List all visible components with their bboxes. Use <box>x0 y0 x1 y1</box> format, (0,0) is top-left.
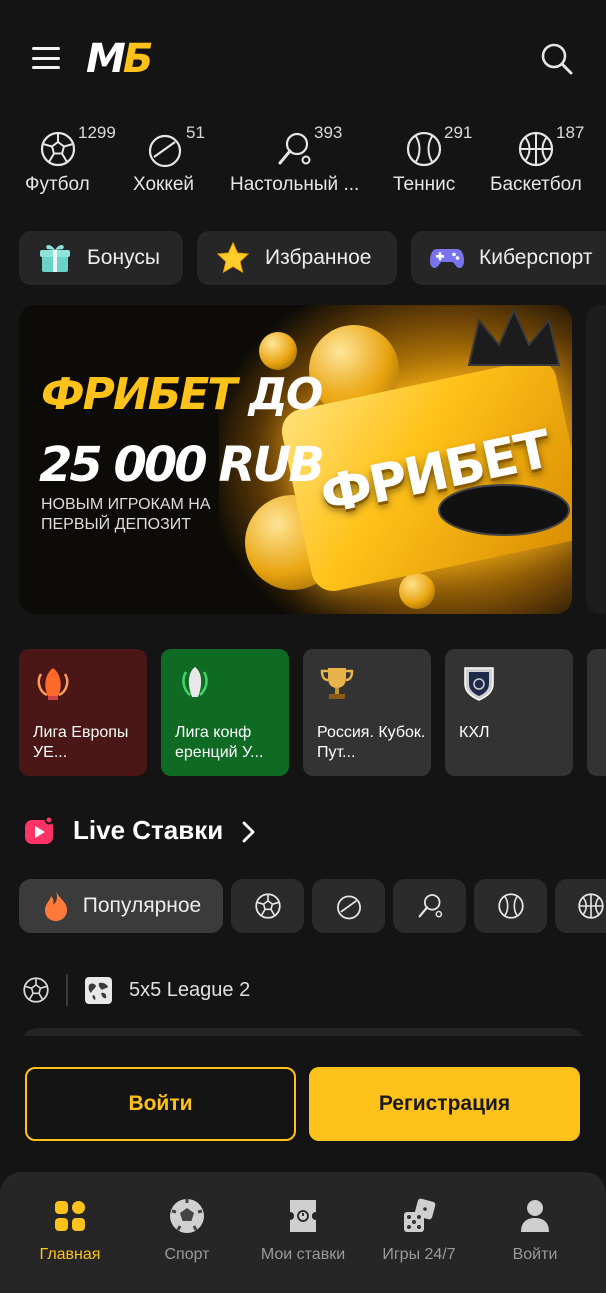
sports-row: 1299 Футбол 51 Хоккей 393 Настольный ... <box>0 118 606 218</box>
sport-label: Теннис <box>393 174 456 195</box>
basketball-icon <box>518 131 554 167</box>
gamepad-icon <box>429 240 465 276</box>
sport-label: Настольный ... <box>230 174 360 195</box>
chevron-right-icon[interactable] <box>240 820 258 844</box>
live-league-row[interactable]: 5x5 League 2 <box>0 970 606 1012</box>
separator <box>66 974 68 1006</box>
promo-banner[interactable]: ФРИБЕТ ФРИБЕТ ДО 25 000 RUB НОВЫМ ИГРОКА… <box>19 305 572 614</box>
home-grid-icon <box>50 1196 90 1236</box>
khl-shield-icon <box>459 663 499 703</box>
filter-popular[interactable]: Популярное <box>19 879 223 933</box>
banner-title: ФРИБЕТ ДО <box>41 369 323 420</box>
league-card-europa[interactable]: Лига Европы УЕ... <box>19 649 147 776</box>
hamburger-menu-icon[interactable] <box>32 47 60 69</box>
soccer-ball-icon <box>23 977 49 1003</box>
banner-subtitle: НОВЫМ ИГРОКАМ НА ПЕРВЫЙ ДЕПОЗИТ <box>41 496 211 533</box>
nav-home[interactable]: Главная <box>10 1172 130 1293</box>
table-tennis-icon <box>418 894 442 918</box>
nav-label: Игры 24/7 <box>382 1246 456 1263</box>
filter-football[interactable] <box>231 879 304 933</box>
app-screen: MБ 1299 Футбол 51 Хоккей 393 Настольный … <box>0 0 606 1293</box>
chip-label: Бонусы <box>87 246 160 269</box>
crown-icon <box>467 307 561 366</box>
ticket-icon <box>283 1196 323 1236</box>
filter-basketball[interactable] <box>555 879 606 933</box>
search-icon[interactable] <box>540 42 574 76</box>
filter-tennis[interactable] <box>474 879 547 933</box>
league-card-conference[interactable]: Лига конф еренций У... <box>161 649 289 776</box>
live-tv-icon <box>25 816 54 844</box>
sport-count: 1299 <box>78 123 116 142</box>
soccer-ball-icon <box>167 1196 207 1236</box>
hockey-puck-icon <box>148 134 182 168</box>
nav-login[interactable]: Войти <box>475 1172 595 1293</box>
gift-icon <box>37 240 73 276</box>
nav-label: Главная <box>39 1246 101 1263</box>
league-card-russia-cup[interactable]: Россия. Кубок. Пут... <box>303 649 431 776</box>
logo[interactable]: MБ <box>86 36 153 82</box>
sport-item-tennis[interactable]: 291 Теннис <box>388 118 478 214</box>
sport-label: Хоккей <box>133 174 195 195</box>
bonuses-chip[interactable]: Бонусы <box>19 231 183 285</box>
nav-label: Спорт <box>164 1246 210 1263</box>
league-card-khl[interactable]: КХЛ <box>445 649 573 776</box>
banner-ball <box>399 573 435 609</box>
hockey-puck-icon <box>438 484 570 536</box>
nav-my-bets[interactable]: Мои ставки <box>243 1172 363 1293</box>
sport-count: 291 <box>444 123 473 142</box>
chip-label: Избранное <box>265 246 372 269</box>
nav-sport[interactable]: Спорт <box>127 1172 247 1293</box>
esports-chip[interactable]: Киберспорт <box>411 231 606 285</box>
table-tennis-icon <box>278 132 311 165</box>
banner-amount: 25 000 RUB <box>39 437 325 493</box>
tennis-ball-icon <box>497 893 524 919</box>
soccer-ball-icon <box>254 893 281 919</box>
sport-item-basketball[interactable]: 187 Баскетбол <box>486 118 596 214</box>
world-map-icon <box>85 977 112 1004</box>
league-name: Лига конф еренций У... <box>175 724 264 761</box>
flame-icon <box>44 891 67 921</box>
sport-label: Баскетбол <box>490 174 582 195</box>
filter-label: Популярное <box>82 894 202 917</box>
next-banner-peek[interactable] <box>586 305 606 614</box>
basketball-icon <box>578 893 604 919</box>
nav-label: Войти <box>512 1246 558 1263</box>
europa-trophy-icon <box>33 663 73 703</box>
league-name: Лига Европы УЕ... <box>33 724 129 761</box>
league-name: КХЛ <box>459 724 490 741</box>
filter-table-tennis[interactable] <box>393 879 466 933</box>
soccer-ball-icon <box>40 131 76 167</box>
league-card-next[interactable] <box>587 649 606 776</box>
sport-count: 393 <box>314 123 343 142</box>
hockey-puck-icon <box>336 895 361 920</box>
bottom-navigation: Главная Спорт Мои ставки Игры 24/7 Войти <box>0 1172 606 1293</box>
top-header: MБ <box>0 0 606 118</box>
sport-item-hockey[interactable]: 51 Хоккей <box>128 118 218 214</box>
sport-item-table-tennis[interactable]: 393 Настольный ... <box>228 118 368 214</box>
league-title: 5x5 League 2 <box>129 979 251 1001</box>
filter-hockey[interactable] <box>312 879 385 933</box>
register-button[interactable]: Регистрация <box>309 1067 580 1141</box>
star-icon <box>215 240 251 276</box>
sport-item-football[interactable]: 1299 Футбол <box>20 118 120 214</box>
banner-ball <box>259 332 297 370</box>
cup-trophy-icon <box>317 663 357 703</box>
chip-label: Киберспорт <box>479 246 593 269</box>
sport-label: Футбол <box>25 174 90 195</box>
sport-count: 187 <box>556 123 585 142</box>
user-icon <box>515 1196 555 1236</box>
nav-games[interactable]: Игры 24/7 <box>359 1172 479 1293</box>
sport-count: 51 <box>186 123 205 142</box>
dice-icon <box>399 1196 439 1236</box>
live-section-title[interactable]: Live Ставки <box>73 815 223 846</box>
login-button[interactable]: Войти <box>25 1067 296 1141</box>
league-name: Россия. Кубок. Пут... <box>317 724 426 761</box>
nav-label: Мои ставки <box>260 1246 346 1263</box>
favorites-chip[interactable]: Избранное <box>197 231 397 285</box>
tennis-ball-icon <box>406 131 442 167</box>
conference-trophy-icon <box>175 663 215 703</box>
